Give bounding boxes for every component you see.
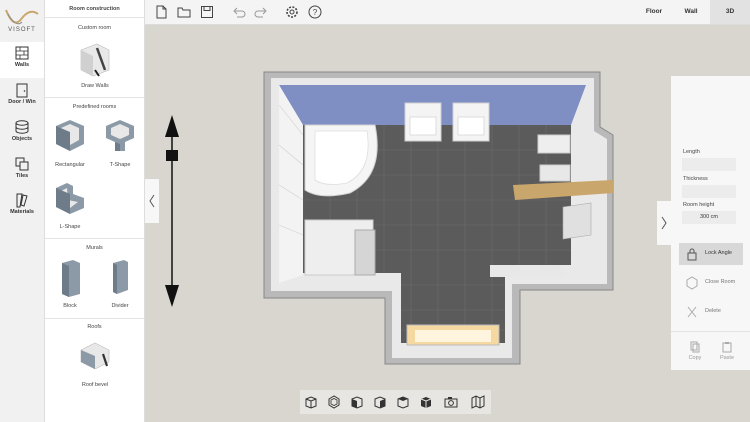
draw-walls-tile[interactable] (75, 40, 115, 78)
length-label: Length (683, 149, 700, 155)
height-move-handle[interactable] (165, 115, 179, 307)
room-construction-panel: Room construction Custom room Draw Walls… (45, 0, 145, 422)
divider (671, 331, 750, 332)
delete-icon (687, 306, 697, 318)
divider (45, 318, 144, 319)
new-file-icon[interactable] (153, 4, 169, 20)
roof-bevel-tile[interactable] (77, 340, 113, 372)
save-icon[interactable] (199, 4, 215, 20)
objects-icon (15, 120, 29, 134)
view-front-icon[interactable] (303, 394, 319, 410)
close-room-button[interactable]: Close Room (679, 272, 743, 294)
section-predefined-rooms: Predefined rooms (72, 104, 117, 110)
close-room-icon (686, 276, 698, 290)
map-icon[interactable] (470, 394, 486, 410)
panel-title: Room construction (69, 6, 120, 12)
thickness-label: Thickness (683, 176, 708, 182)
help-icon[interactable]: ? (307, 4, 323, 20)
copy-button[interactable]: Copy (685, 341, 705, 361)
divider (45, 238, 144, 239)
walls-icon (15, 46, 29, 60)
lock-angle-button[interactable]: Lock Angle (679, 243, 743, 265)
view-right-icon[interactable] (372, 394, 388, 410)
paste-button[interactable]: Paste (717, 341, 737, 361)
rail-item-walls[interactable]: Walls (0, 42, 44, 78)
divider (45, 97, 144, 98)
room-model[interactable] (263, 71, 614, 365)
l-shape-label: L-Shape (59, 224, 81, 230)
top-toolbar: ? Floor Wall 3D (145, 0, 750, 25)
view-back-icon[interactable] (395, 394, 411, 410)
camera-icon[interactable] (443, 394, 459, 410)
svg-text:?: ? (313, 8, 318, 17)
chevron-right-icon (661, 216, 667, 230)
block-tile[interactable] (59, 258, 83, 298)
rail-label: Materials (10, 209, 34, 215)
paste-icon (722, 342, 732, 353)
divider-tile[interactable] (108, 258, 132, 298)
rail-label: Walls (14, 62, 30, 68)
view-left-icon[interactable] (349, 394, 365, 410)
room-height-label: Room height (683, 202, 715, 208)
left-rail: VISOFT Walls Door / Win Objects Tiles Ma… (0, 0, 45, 422)
properties-panel: Length Thickness Room height 300 cm Lock… (671, 76, 750, 370)
undo-icon[interactable] (231, 4, 247, 20)
rectangular-room-tile[interactable] (53, 118, 87, 154)
delete-button[interactable]: Delete (679, 301, 743, 323)
t-shape-room-tile[interactable] (103, 118, 137, 154)
section-murals: Murals (86, 245, 103, 251)
divider (45, 17, 144, 18)
draw-walls-label: Draw Walls (81, 83, 109, 89)
collapse-right-panel-button[interactable] (657, 201, 671, 245)
tab-3d[interactable]: 3D (710, 0, 750, 24)
rail-item-materials[interactable]: Materials (0, 189, 44, 225)
copy-icon (690, 341, 700, 353)
room-height-field[interactable]: 300 cm (682, 211, 736, 224)
view-top-icon[interactable] (326, 394, 342, 410)
redo-icon[interactable] (253, 4, 269, 20)
door-window-icon (16, 83, 28, 98)
settings-icon[interactable] (284, 4, 300, 20)
delete-label: Delete (705, 308, 721, 314)
l-shape-room-tile[interactable] (53, 180, 87, 216)
rail-item-door-window[interactable]: Door / Win (0, 79, 44, 115)
section-roofs: Roofs (87, 324, 102, 330)
camera-view-toolbar (300, 390, 491, 414)
section-custom-room: Custom room (77, 25, 111, 31)
view-iso-icon[interactable] (418, 394, 434, 410)
logo-text: VISOFT (8, 27, 36, 33)
scene-canvas[interactable] (145, 25, 671, 422)
materials-icon (16, 193, 28, 208)
paste-label: Paste (719, 355, 735, 361)
roof-bevel-label: Roof bevel (81, 382, 109, 388)
lock-icon (687, 248, 697, 261)
divider-label: Divider (111, 303, 129, 309)
t-shape-label: T-Shape (109, 162, 131, 168)
thickness-field[interactable] (682, 185, 736, 198)
length-field[interactable] (682, 158, 736, 171)
rail-label: Door / Win (8, 99, 36, 105)
close-room-label: Close Room (705, 279, 736, 285)
rail-item-tiles[interactable]: Tiles (0, 153, 44, 189)
copy-label: Copy (688, 355, 702, 361)
rail-item-objects[interactable]: Objects (0, 116, 44, 152)
lock-angle-label: Lock Angle (705, 250, 732, 256)
rail-label: Objects (11, 136, 33, 142)
tab-floor[interactable]: Floor (639, 0, 669, 24)
tiles-icon (15, 157, 29, 171)
tab-wall[interactable]: Wall (675, 0, 707, 24)
open-folder-icon[interactable] (176, 4, 192, 20)
rail-label: Tiles (15, 173, 29, 179)
